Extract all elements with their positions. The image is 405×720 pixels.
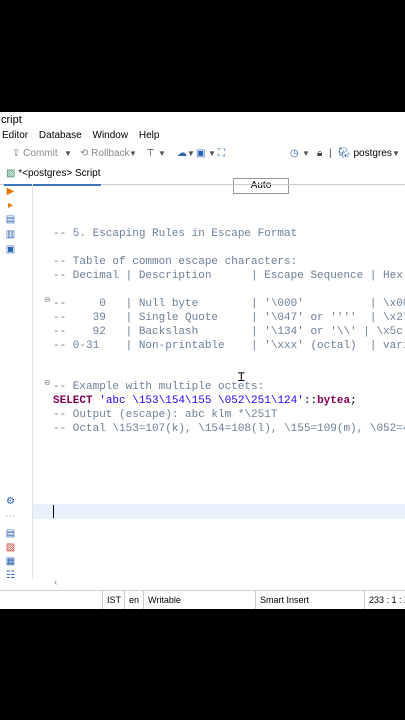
separator-icon: | xyxy=(329,148,332,159)
horizontal-scrollbar[interactable]: ‹ xyxy=(32,577,405,589)
explain-plan-icon[interactable]: ▤ xyxy=(5,214,16,225)
commit-icon: ⇪ xyxy=(12,148,21,159)
script-icon: ▧ xyxy=(6,168,16,179)
error-log-icon[interactable]: ▨ xyxy=(5,542,16,553)
code-line: -- Output (escape): abc klm *\251T xyxy=(53,409,278,421)
status-insert-mode: Smart Insert xyxy=(255,591,309,609)
code-line: -- 5. Escaping Rules in Escape Format xyxy=(53,228,298,240)
current-line-highlight xyxy=(33,504,405,519)
status-timezone: IST xyxy=(102,591,121,609)
transaction-icon[interactable]: ⛶ xyxy=(218,147,225,161)
menu-database[interactable]: Database xyxy=(39,130,82,141)
fold-marker-icon[interactable]: ⊖ xyxy=(44,378,51,387)
code-line: -- Example with multiple octets: xyxy=(53,381,265,393)
fold-marker-icon[interactable]: ⊖ xyxy=(44,295,51,304)
terminal-icon[interactable]: ▣ xyxy=(5,244,16,255)
status-cursor-position: 233 : 1 : 2 xyxy=(364,591,405,609)
sql-editor[interactable]: -- 5. Escaping Rules in Escape Format --… xyxy=(32,184,405,579)
rollback-button[interactable]: ⟲ Rollback xyxy=(80,147,130,161)
more-icon[interactable]: ⋯ xyxy=(5,511,16,522)
format-dropdown-icon[interactable]: ▼ xyxy=(158,147,166,161)
history-icon[interactable]: ◷ xyxy=(290,147,299,161)
mouse-cursor-icon: Ɪ xyxy=(238,370,245,384)
export-icon[interactable]: ▤ xyxy=(5,528,16,539)
editor-side-toolbar: ▶ ▸ ▤ ▥ ▣ ⚙ ⋯ ▤ ▨ ▦ ☷ xyxy=(0,184,22,581)
connection-dropdown-icon[interactable]: ▼ xyxy=(392,147,400,161)
code-line: -- 39 | Single Quote | '\047' or '''' | … xyxy=(53,312,405,324)
commit-dropdown-icon[interactable]: ▼ xyxy=(64,147,72,161)
postgres-icon: 🐘︎ xyxy=(338,148,351,159)
execute-statement-icon[interactable]: ▶ xyxy=(5,186,16,197)
text-caret xyxy=(53,505,54,518)
select-statement: SELECT 'abc \153\154\155 \052\251\124'::… xyxy=(53,394,357,408)
code-line: -- Table of common escape characters: xyxy=(53,256,298,268)
output-icon[interactable]: ▦ xyxy=(5,556,16,567)
connect-icon[interactable]: ☁ xyxy=(177,147,187,161)
editor-tab-bar: ▧ *<postgres> Script xyxy=(0,164,405,186)
connect-dropdown-icon[interactable]: ▼ xyxy=(187,147,195,161)
status-locale: en xyxy=(124,591,139,609)
sql-cast: :: xyxy=(303,395,318,407)
status-mode: Writable xyxy=(143,591,181,609)
history-dropdown-icon[interactable]: ▼ xyxy=(302,147,310,161)
load-plan-icon[interactable]: ▥ xyxy=(5,229,16,240)
toolbar: ⇪ Commit ▼ ⟲ Rollback ▼ ⊤ ▼ ☁ ▼ ▣ ▼ ⛶ Au… xyxy=(0,144,405,194)
connection-selector[interactable]: 🐘︎ postgres xyxy=(338,147,392,161)
code-line: -- Octal \153=107(k), \154=108(l), \155=… xyxy=(53,423,405,435)
menu-editor[interactable]: Editor xyxy=(2,130,28,141)
tab-script[interactable]: ▧ *<postgres> Script xyxy=(4,164,101,186)
sql-terminator: ; xyxy=(350,395,357,407)
execute-script-icon[interactable]: ▸ xyxy=(5,200,16,211)
lock-icon[interactable]: 🔒︎ xyxy=(317,147,322,161)
commit-button[interactable]: ⇪ Commit xyxy=(12,147,58,161)
menu-bar: Editor Database Window Help xyxy=(0,128,405,144)
code-line: -- Decimal | Description | Escape Sequen… xyxy=(53,270,405,282)
variables-icon[interactable]: ☷ xyxy=(5,570,16,581)
menu-help[interactable]: Help xyxy=(139,130,160,141)
rollback-dropdown-icon[interactable]: ▼ xyxy=(129,147,137,161)
code-line: -- 92 | Backslash | '\134' or '\\' | \x5… xyxy=(53,326,403,338)
sql-keyword: SELECT xyxy=(53,395,93,407)
rollback-icon: ⟲ xyxy=(80,148,89,159)
sql-string: 'abc \153\154\155 \052\251\124' xyxy=(99,395,304,407)
format-icon[interactable]: ⊤ xyxy=(146,147,155,161)
menu-window[interactable]: Window xyxy=(93,130,129,141)
database-dropdown-icon[interactable]: ▼ xyxy=(208,147,216,161)
database-icon[interactable]: ▣ xyxy=(196,147,205,161)
sql-type: bytea xyxy=(317,395,351,407)
status-bar: IST en Writable Smart Insert 233 : 1 : 2 xyxy=(0,590,405,609)
app-window: cript Editor Database Window Help ⇪ Comm… xyxy=(0,112,405,609)
code-line: -- 0-31 | Non-printable | '\xxx' (octal)… xyxy=(53,340,405,352)
scroll-left-icon[interactable]: ‹ xyxy=(54,577,57,588)
settings-icon[interactable]: ⚙ xyxy=(5,496,16,507)
window-title: cript xyxy=(1,114,22,126)
code-line: -- 0 | Null byte | '\000' | \x00 xyxy=(53,298,405,310)
